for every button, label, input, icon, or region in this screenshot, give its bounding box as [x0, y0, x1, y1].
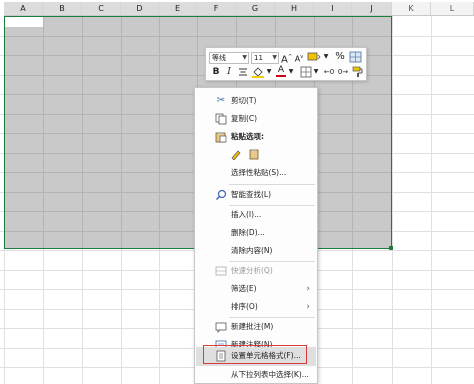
chevron-down-icon[interactable]: ▼ — [266, 66, 272, 78]
bold-button[interactable]: B — [211, 66, 221, 78]
chevron-down-icon[interactable]: ▼ — [313, 66, 319, 78]
clipboard-icon — [215, 131, 227, 143]
column-header-h[interactable]: H — [275, 2, 314, 16]
font-size-select[interactable]: 11 ▼ — [251, 52, 279, 64]
chevron-down-icon: ▼ — [272, 54, 277, 61]
number-format-icon — [307, 52, 321, 61]
menu-item-clear-contents[interactable]: 清除内容(N) — [196, 242, 316, 260]
menu-item-cut[interactable]: ✂ 剪切(T) — [196, 92, 316, 110]
quick-analysis-icon — [215, 265, 227, 277]
format-painter-icon — [352, 66, 363, 77]
format-painter-button[interactable] — [352, 66, 364, 82]
search-icon — [215, 189, 227, 201]
new-comment-icon — [215, 321, 227, 333]
comma-style-button[interactable] — [349, 51, 363, 67]
percent-button[interactable]: % — [334, 51, 346, 63]
menu-item-pick-from-list[interactable]: 从下拉列表中选择(K)... — [196, 366, 316, 384]
paste-format-icon[interactable] — [230, 148, 242, 161]
menu-item-delete[interactable]: 删除(D)... — [196, 224, 316, 242]
align-center-icon — [239, 68, 247, 76]
fill-handle[interactable] — [389, 246, 393, 250]
fill-color-button[interactable] — [251, 66, 265, 82]
menu-separator — [229, 184, 315, 185]
column-header-f[interactable]: F — [197, 2, 236, 16]
chevron-down-icon: ▼ — [242, 54, 247, 61]
font-name-select[interactable]: 等线 ▼ — [209, 52, 249, 64]
italic-button[interactable]: I — [224, 66, 234, 78]
increase-decimal-button[interactable]: ←0 — [323, 66, 335, 78]
copy-icon — [215, 113, 227, 125]
menu-item-paste-options: 粘贴选项: — [196, 128, 316, 146]
menu-item-filter[interactable]: 筛选(E) › — [196, 280, 316, 298]
chevron-down-icon[interactable]: ▼ — [288, 66, 294, 78]
context-menu: ✂ 剪切(T) 复制(C) 粘贴选项: 选择性粘贴(S)... 智能查找(L) … — [194, 87, 318, 384]
spreadsheet[interactable]: A B C D E F G H I J K L 等线 ▼ 11 ▼ A^ Av … — [0, 0, 474, 384]
grid-line — [5, 35, 391, 37]
menu-item-new-comment[interactable]: 新建批注(M) — [196, 318, 316, 336]
menu-item-sort[interactable]: 排序(O) › — [196, 298, 316, 316]
chevron-down-icon[interactable]: ▼ — [323, 51, 329, 63]
number-format-button[interactable] — [307, 51, 321, 67]
font-name-value: 等线 — [212, 54, 226, 62]
column-header-k[interactable]: K — [392, 2, 431, 16]
shrink-font-button[interactable]: Av — [294, 51, 304, 66]
highlight-annotation — [203, 345, 307, 364]
chevron-right-icon: › — [306, 302, 310, 312]
column-header-i[interactable]: I — [314, 2, 352, 16]
borders-button[interactable] — [300, 66, 312, 82]
mini-toolbar: 等线 ▼ 11 ▼ A^ Av ▼ % B I ▼ A ▼ ▼ ←0 0→ — [205, 47, 367, 81]
column-header-j[interactable]: J — [352, 2, 392, 16]
column-header-c[interactable]: C — [82, 2, 121, 16]
font-color-bar — [276, 75, 286, 77]
scissors-icon: ✂ — [216, 95, 226, 106]
column-header-g[interactable]: G — [236, 2, 275, 16]
font-size-value: 11 — [254, 54, 263, 62]
menu-item-paste-special[interactable]: 选择性粘贴(S)... — [196, 164, 316, 182]
active-cell[interactable] — [5, 17, 43, 27]
font-color-button[interactable]: A — [275, 65, 287, 77]
column-header-d[interactable]: D — [121, 2, 159, 16]
menu-item-insert[interactable]: 插入(I)... — [196, 206, 316, 224]
column-header-b[interactable]: B — [43, 2, 82, 16]
column-header-e[interactable]: E — [159, 2, 197, 16]
menu-item-copy[interactable]: 复制(C) — [196, 110, 316, 128]
align-center-button[interactable] — [237, 66, 249, 82]
paste-icon[interactable] — [248, 148, 260, 160]
comma-style-icon — [349, 51, 362, 63]
column-header-a[interactable]: A — [4, 2, 43, 16]
menu-item-quick-analysis: 快速分析(Q) — [196, 262, 316, 280]
decrease-decimal-button[interactable]: 0→ — [337, 66, 349, 78]
column-header-l[interactable]: L — [431, 2, 474, 16]
fill-color-icon — [252, 67, 264, 78]
borders-icon — [300, 66, 312, 78]
menu-item-smart-lookup[interactable]: 智能查找(L) — [196, 186, 316, 204]
chevron-right-icon: › — [306, 284, 310, 294]
